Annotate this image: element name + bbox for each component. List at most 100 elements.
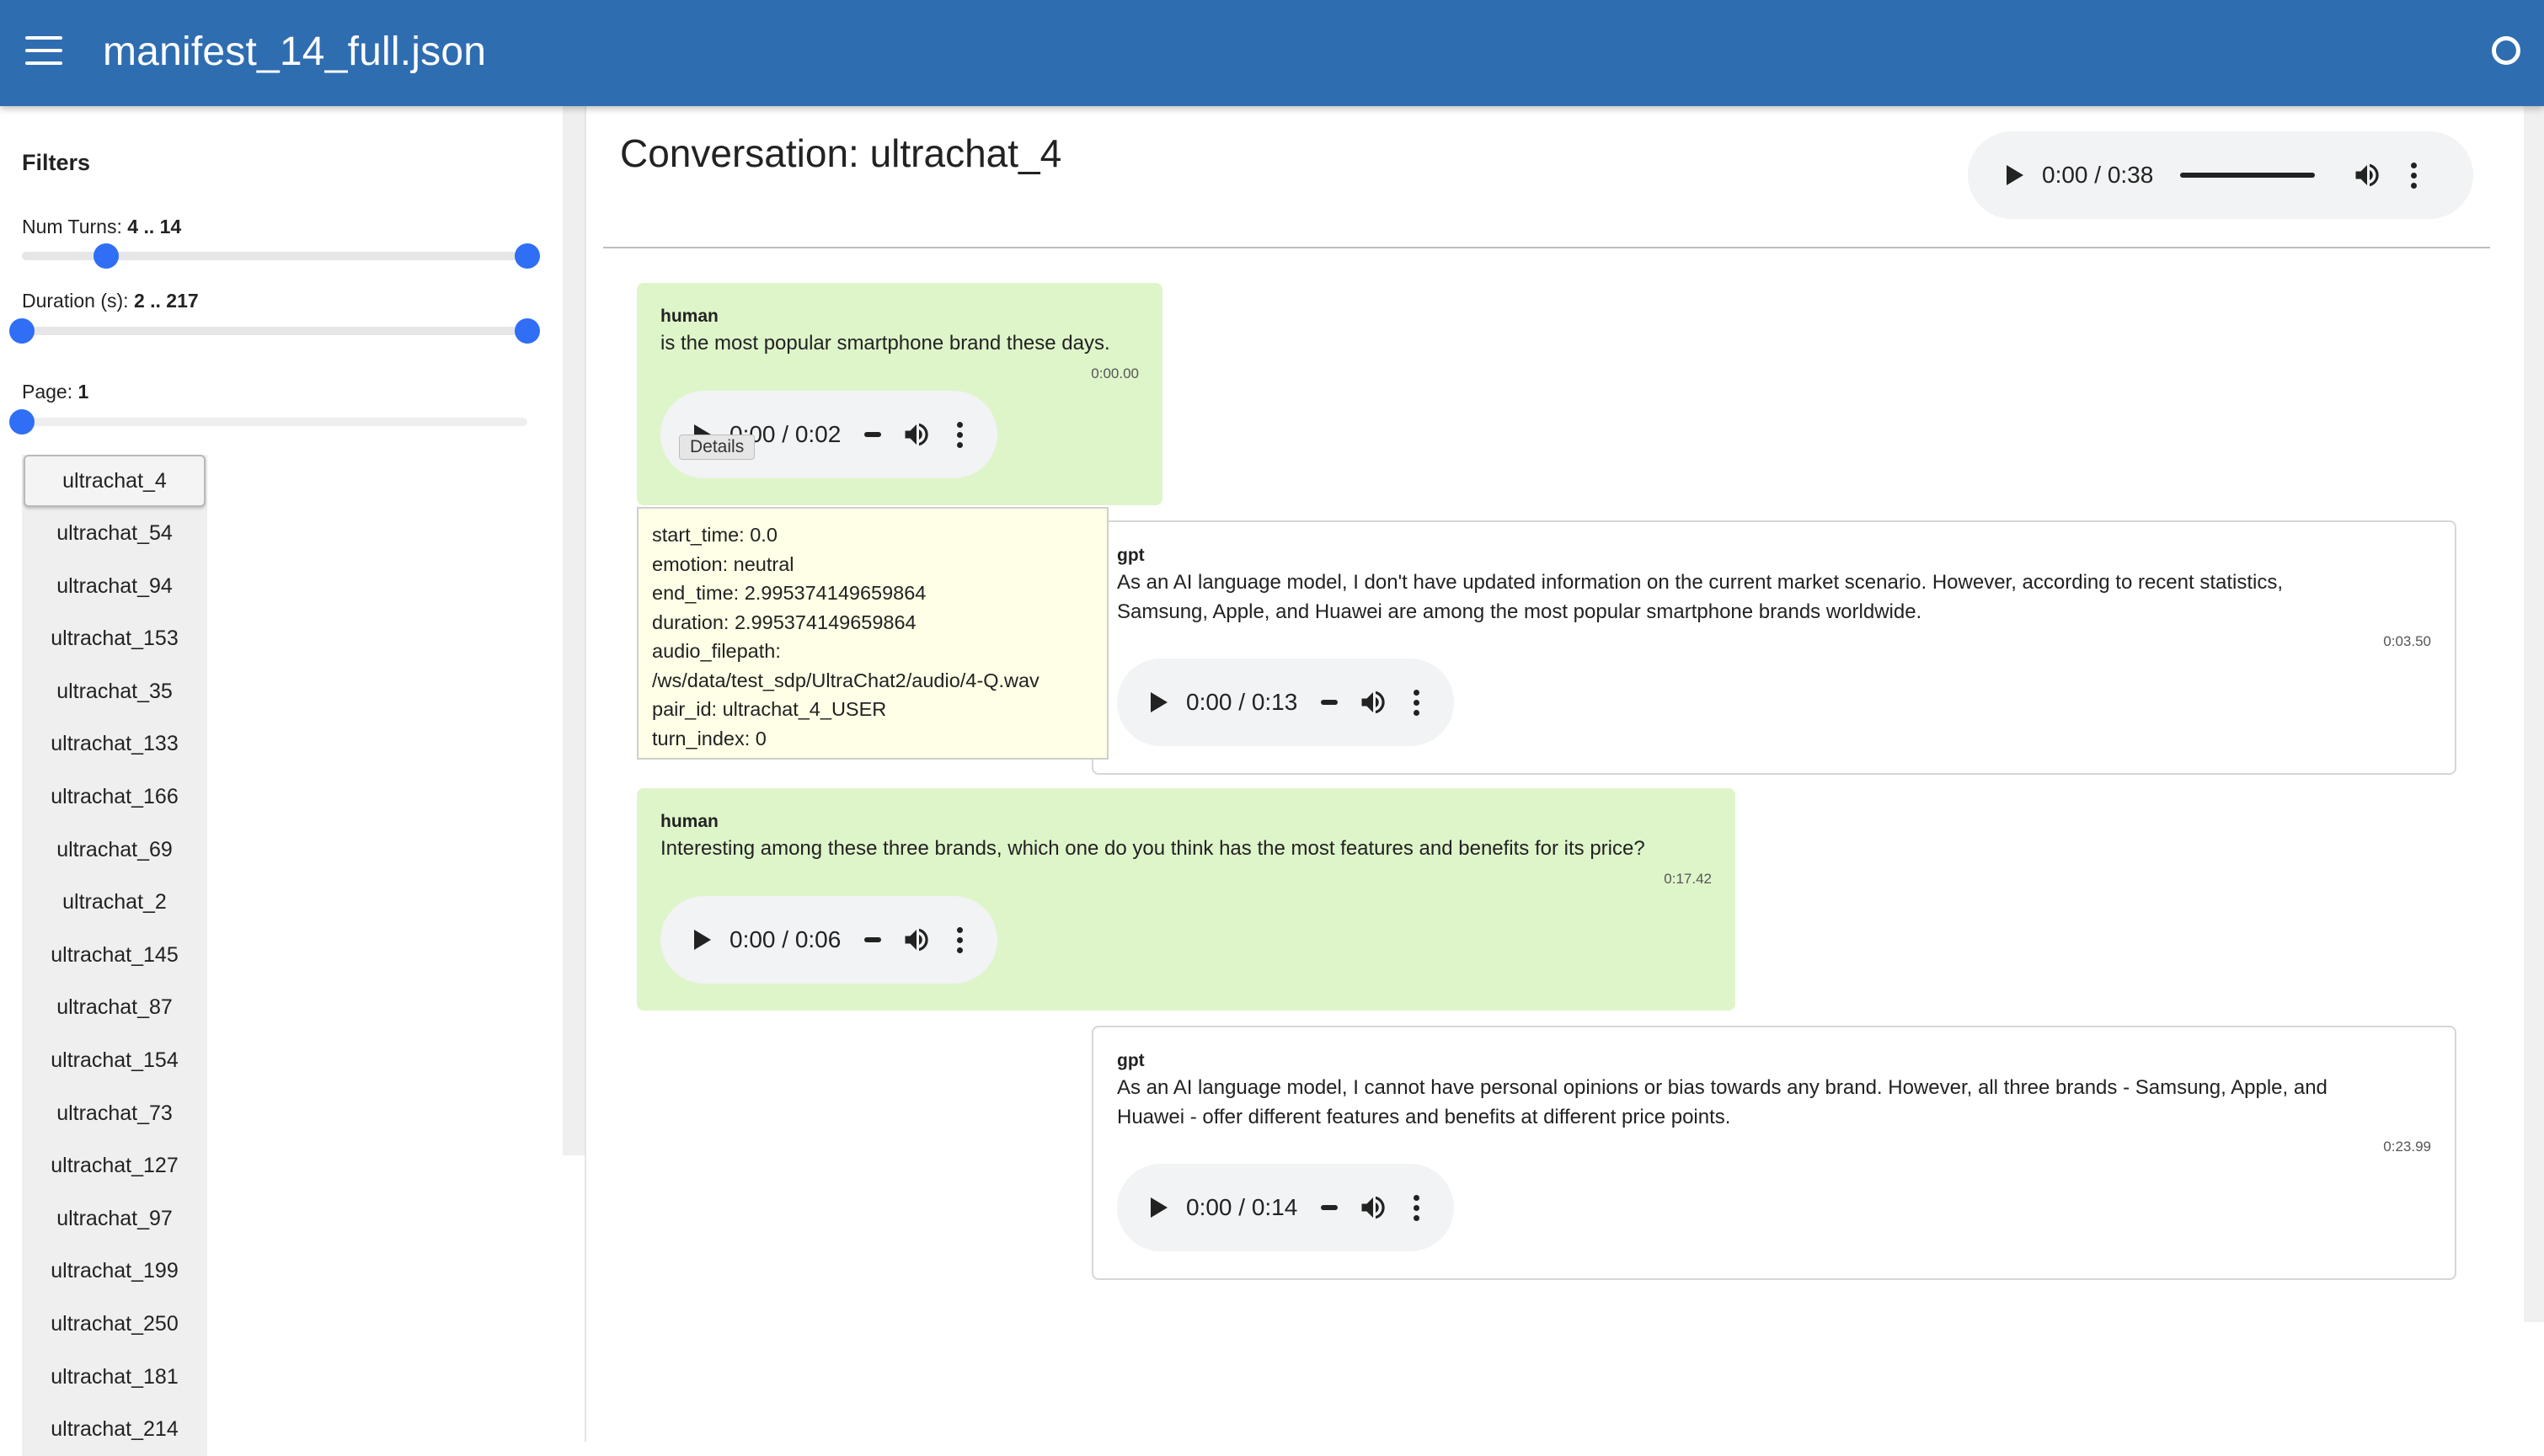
more-options-icon[interactable] [1412,687,1420,717]
duration-min-handle[interactable] [9,318,35,344]
volume-icon[interactable] [901,925,932,955]
more-options-icon[interactable] [2409,160,2418,190]
volume-icon[interactable] [1358,687,1388,717]
play-icon[interactable] [694,930,711,950]
menu-icon[interactable] [25,36,62,70]
filters-title: Filters [22,150,91,175]
sidebar: Filters Num Turns: 4 .. 14 Duration (s):… [0,106,585,1456]
message-role: human [660,812,719,831]
audio-progress-track[interactable] [864,937,882,942]
audio-progress-track[interactable] [1321,700,1339,705]
audio-progress-track[interactable] [864,432,882,437]
conversation-item[interactable]: ultrachat_127 [22,1139,207,1192]
details-panel: start_time: 0.0 emotion: neutral end_time:… [637,507,1109,760]
message-timestamp: 0:17.42 [1664,871,1712,887]
conversation-item[interactable]: ultrachat_250 [22,1298,207,1351]
message-text: is the most popular smartphone brand the… [660,332,1110,355]
conversation-item[interactable]: ultrachat_87 [22,981,207,1034]
message-timestamp: 0:23.99 [2383,1139,2431,1155]
details-line: /ws/data/test_sdp/UltraChat2/audio/4-Q.w… [652,669,1040,691]
conversation-item[interactable]: ultrachat_54 [22,507,207,560]
message-timestamp: 0:03.50 [2383,633,2431,649]
loading-indicator-icon [2492,36,2520,65]
message-gpt-2: gpt As an AI language model, I cannot ha… [1092,1026,2456,1280]
details-line: duration: 2.995374149659864 [652,611,917,633]
volume-icon[interactable] [901,419,932,450]
conversation-audio-player[interactable]: 0:00 / 0:38 [1968,131,2473,219]
app-bar: manifest_14_full.json [0,0,2544,106]
play-icon[interactable] [1151,692,1168,712]
message-text-line: Samsung, Apple, and Huawei are among the… [1117,600,1922,623]
conversation-item[interactable]: ultrachat_199 [22,1245,207,1298]
page-slider[interactable] [9,409,527,435]
num-turns-label: Num Turns: 4 .. 14 [22,216,182,237]
message-role: gpt [1117,546,1145,565]
num-turns-max-handle[interactable] [515,243,540,269]
more-options-icon[interactable] [955,419,964,450]
conversation-item[interactable]: ultrachat_97 [22,1192,207,1245]
conversation-title: Conversation: ultrachat_4 [620,131,1062,175]
conversation-item[interactable]: ultrachat_214 [22,1403,207,1456]
details-tooltip: Details [679,435,756,460]
volume-icon[interactable] [1358,1192,1388,1223]
conversation-item[interactable]: ultrachat_73 [22,1087,207,1140]
details-line: audio_filepath: [652,640,781,662]
audio-time: 0:00 / 0:14 [1186,1194,1298,1220]
message-audio-player[interactable]: 0:00 / 0:06 [660,896,997,984]
conversation-item[interactable]: ultrachat_94 [22,560,207,613]
app-title: manifest_14_full.json [103,29,487,74]
message-audio-player[interactable]: 0:00 / 0:13 [1117,659,1454,746]
conversation-item[interactable]: ultrachat_133 [22,717,207,771]
volume-icon[interactable] [2352,160,2382,190]
conversation-item[interactable]: ultrachat_69 [22,824,207,877]
more-options-icon[interactable] [1412,1192,1420,1223]
title-divider [603,247,2490,248]
message-role: gpt [1117,1051,1145,1070]
details-line: start_time: 0.0 [652,524,778,546]
conversation-list: ultrachat_4 ultrachat_54 ultrachat_94 ultra… [22,455,207,1456]
message-human-1: human is the most popular smartphone bra… [637,283,1162,505]
conversation-item[interactable]: ultrachat_2 [22,876,207,929]
page-value: 1 [77,381,89,403]
num-turns-min-handle[interactable] [94,243,119,269]
play-icon[interactable] [2007,165,2023,185]
duration-slider[interactable] [9,318,540,344]
conversation-item[interactable]: ultrachat_166 [22,771,207,824]
num-turns-value: 4 .. 14 [127,216,182,237]
message-text-line: Huawei - offer different features and be… [1117,1106,1731,1128]
play-icon[interactable] [1151,1197,1168,1218]
conversation-item[interactable]: ultrachat_35 [22,665,207,718]
more-options-icon[interactable] [955,925,964,955]
message-human-2: human Interesting among these three bran… [637,788,1735,1011]
message-gpt-1: gpt As an AI language model, I don't hav… [1092,520,2456,775]
message-text: Interesting among these three brands, wh… [660,837,1645,860]
message-audio-player[interactable]: 0:00 / 0:14 [1117,1164,1454,1251]
message-text: As an AI language model, I cannot have p… [1117,1073,2328,1132]
duration-label: Duration (s): 2 .. 217 [22,290,199,312]
audio-progress-track[interactable] [2180,173,2316,178]
message-text: As an AI language model, I don't have up… [1117,568,2283,627]
audio-progress-track[interactable] [1321,1205,1339,1210]
conversation-item[interactable]: ultrachat_181 [22,1351,207,1404]
conversation-item[interactable]: ultrachat_4 [24,455,206,507]
message-text-line: As an AI language model, I don't have up… [1117,571,2284,594]
duration-max-handle[interactable] [515,318,540,344]
page-handle[interactable] [9,409,35,435]
details-line: turn_index: 0 [652,727,767,749]
num-turns-slider[interactable] [22,243,540,269]
message-role: human [660,307,719,326]
conversation-item[interactable]: ultrachat_153 [22,612,207,665]
sidebar-divider [585,106,586,1442]
main-scrollbar[interactable] [2524,106,2544,1322]
audio-time: 0:00 / 0:38 [2042,162,2154,188]
message-text-line: As an AI language model, I cannot have p… [1117,1076,2328,1099]
duration-value: 2 .. 217 [133,290,199,312]
conversation-item[interactable]: ultrachat_145 [22,929,207,982]
conversation-item[interactable]: ultrachat_154 [22,1034,207,1087]
sidebar-scrollbar[interactable] [563,106,585,1155]
details-line: end_time: 2.995374149659864 [652,582,927,604]
message-timestamp: 0:00.00 [1091,365,1139,381]
audio-time: 0:00 / 0:06 [730,926,842,952]
page-label: Page: 1 [22,381,89,403]
audio-time: 0:00 / 0:13 [1186,689,1298,715]
